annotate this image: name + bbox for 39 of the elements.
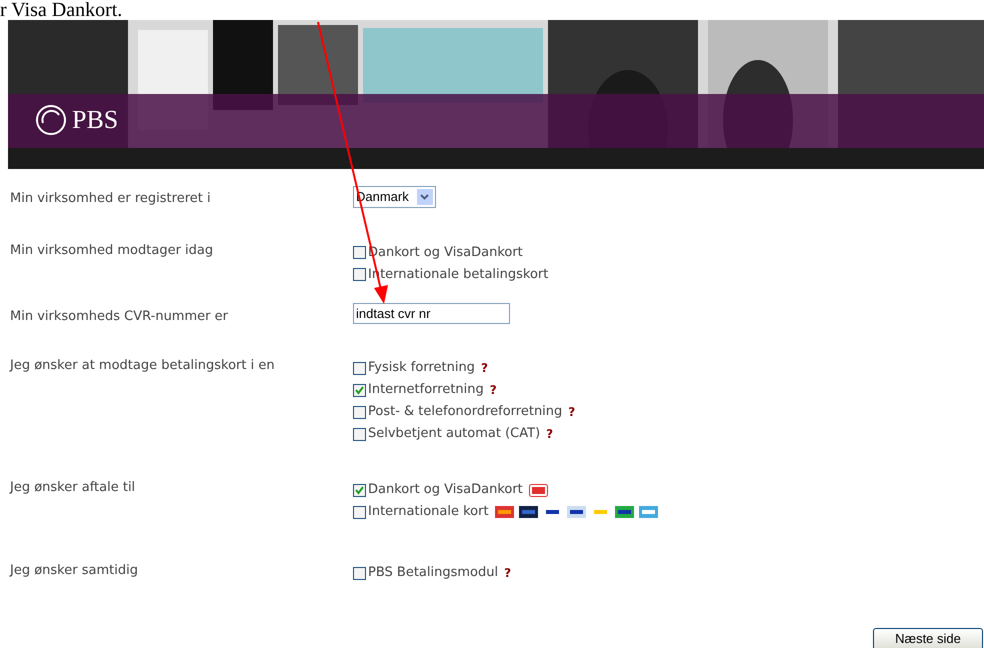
checkbox[interactable]	[353, 484, 366, 496]
help-link[interactable]: ?	[504, 564, 512, 582]
help-link[interactable]: ?	[546, 425, 554, 443]
checkbox[interactable]	[353, 384, 366, 396]
help-link[interactable]: ?	[480, 359, 488, 377]
option-label: Post- & telefonordreforretning	[368, 403, 562, 422]
checkbox[interactable]	[353, 362, 366, 374]
help-link[interactable]: ?	[568, 403, 576, 421]
card-logo-icon	[614, 506, 634, 518]
card-logo-icon	[518, 506, 538, 518]
option-label: PBS Betalingsmodul	[368, 564, 498, 582]
card-logo-icon	[638, 506, 658, 518]
logo-text: PBS	[72, 104, 118, 136]
field-label: Jeg ønsker samtidig	[8, 562, 139, 580]
checkbox[interactable]	[353, 506, 366, 518]
card-logo-icon	[566, 506, 586, 518]
checkbox[interactable]	[353, 566, 366, 580]
checkbox[interactable]	[353, 268, 366, 281]
help-link[interactable]: ?	[490, 381, 497, 399]
field-label: Min virksomhed modtager idag	[9, 242, 214, 260]
checkbox[interactable]	[353, 428, 366, 440]
field-label: Jeg ønsker aftale til	[8, 479, 136, 497]
option-label: Fysisk forretning	[368, 359, 475, 378]
option-label: Selvbetjent automat (CAT)	[368, 425, 540, 444]
card-logo-icon	[494, 506, 514, 518]
card-logo-icon	[528, 484, 548, 496]
caret-icon	[420, 194, 430, 200]
field-label: Min virksomhed er registreret i	[9, 190, 212, 208]
swirl-logo-icon	[34, 102, 68, 136]
checkbox[interactable]	[353, 406, 366, 418]
checkbox[interactable]	[353, 246, 366, 259]
field-label: Min virksomheds CVR-nummer er	[9, 308, 229, 326]
cvr-input-field[interactable]: indtast cvr nr	[353, 302, 510, 324]
option-label: Dankort og VisaDankort	[368, 481, 523, 500]
option-label: Internationale kort	[368, 503, 489, 522]
heading-text: r Visa Dankort.	[0, 0, 122, 20]
next-page-button[interactable]: Næste side	[873, 628, 983, 648]
field-label: Jeg ønsker at modtage betalingskort i en	[8, 357, 276, 375]
option-label: Internetforretning	[368, 381, 484, 400]
